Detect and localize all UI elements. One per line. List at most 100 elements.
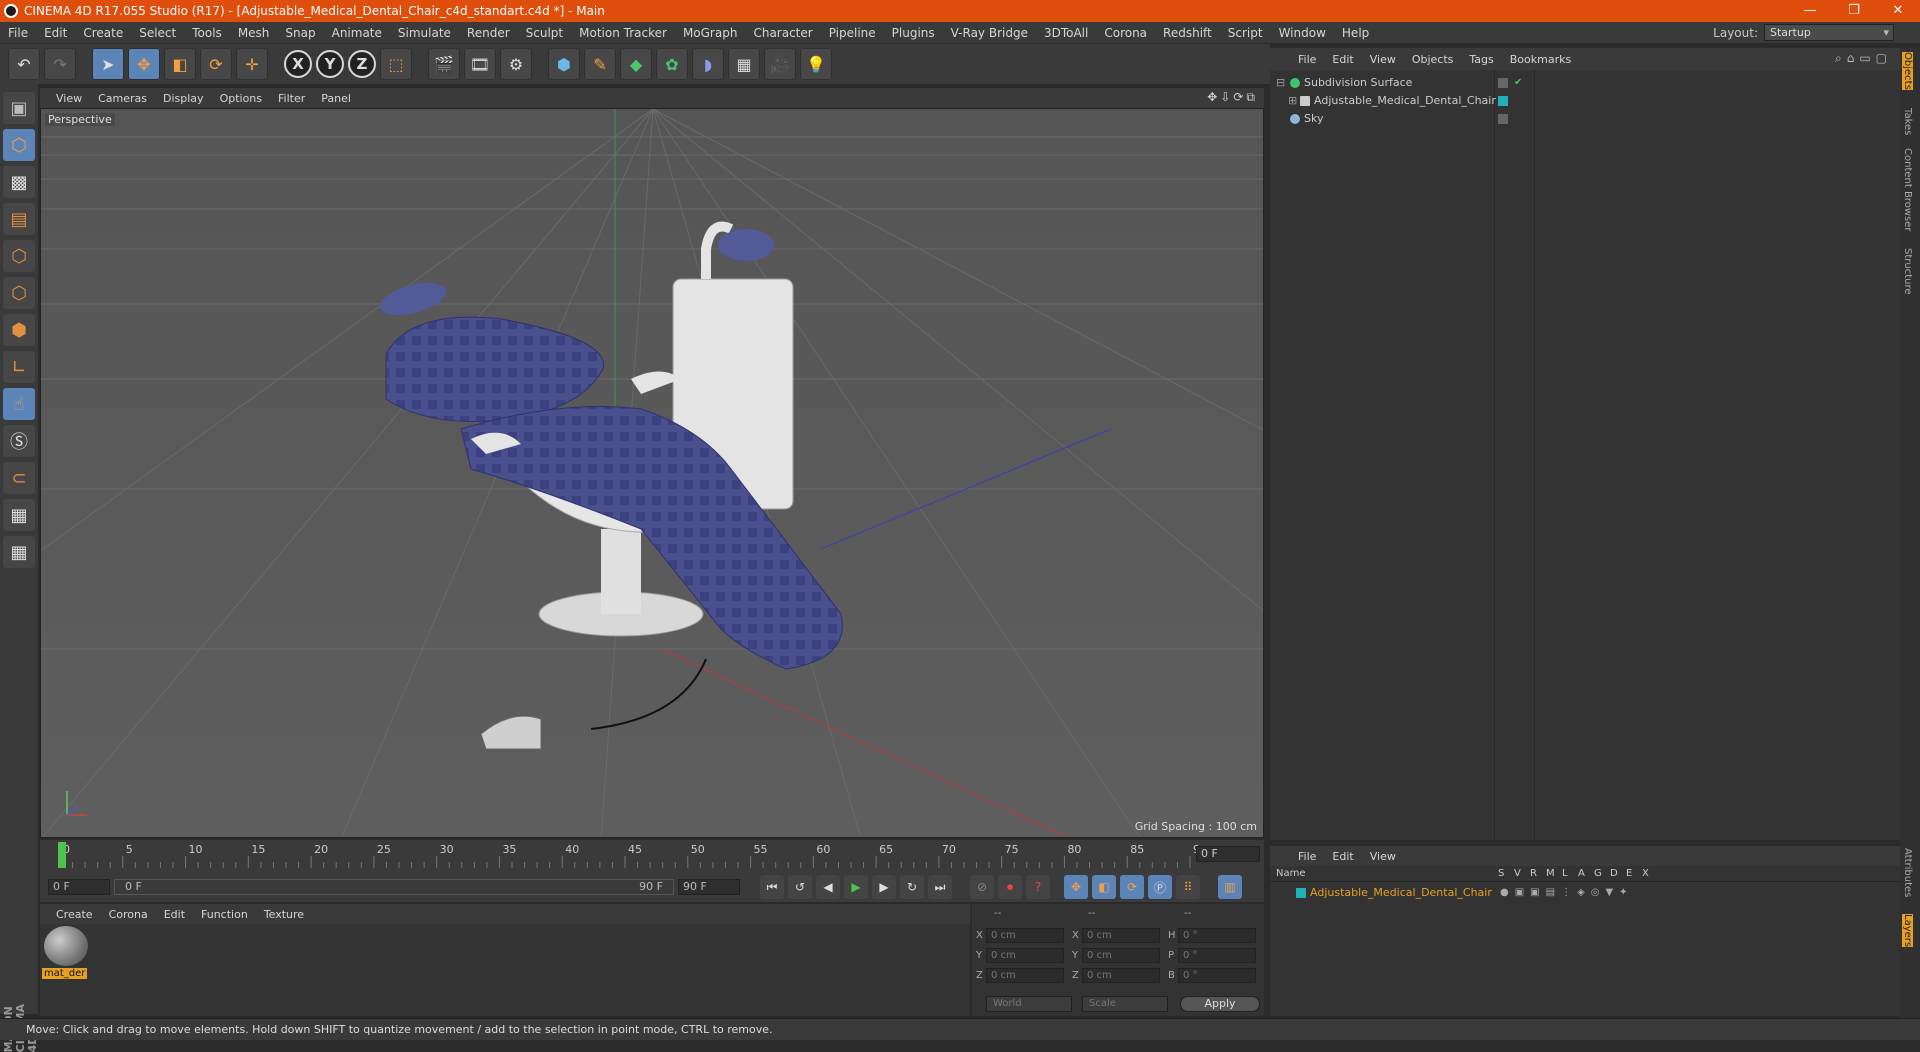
key-scale-icon[interactable]: ◧	[1092, 875, 1116, 899]
points-mode-icon[interactable]: ⬡	[3, 240, 35, 272]
playhead-marker[interactable]	[58, 842, 66, 868]
tab-content-browser[interactable]: Content Browser	[1902, 148, 1913, 231]
layer-row[interactable]: Adjustable_Medical_Dental_Chair ●▣▣▤⋮◈◎▼…	[1270, 884, 1900, 902]
layer-tag-icon[interactable]	[1498, 114, 1508, 124]
array-object-icon[interactable]: ✿	[656, 48, 688, 80]
polygons-mode-icon[interactable]: ⬢	[3, 314, 35, 346]
rot-h-field[interactable]: 0 °	[1178, 928, 1256, 943]
menu-render[interactable]: Render	[459, 26, 518, 40]
material-menu-function[interactable]: Function	[193, 908, 256, 921]
menu-character[interactable]: Character	[745, 26, 820, 40]
layer-color-tag-icon[interactable]	[1498, 96, 1508, 106]
coordinate-space-dropdown[interactable]: World	[986, 996, 1072, 1012]
tab-attributes[interactable]: Attributes	[1902, 848, 1913, 897]
record-keys-icon[interactable]: ⊘	[970, 875, 994, 899]
objects-menu-view[interactable]: View	[1362, 53, 1404, 66]
menu-redshift[interactable]: Redshift	[1155, 26, 1220, 40]
viewport-menu-options[interactable]: Options	[212, 92, 270, 105]
current-frame-field[interactable]: 0 F	[1196, 846, 1260, 862]
object-row-chair[interactable]: ⊞ Adjustable_Medical_Dental_Chair	[1270, 92, 1900, 110]
viewport-menu-cameras[interactable]: Cameras	[90, 92, 155, 105]
autokey-icon[interactable]: ⏺	[998, 875, 1022, 899]
layer-name[interactable]: Adjustable_Medical_Dental_Chair	[1310, 884, 1492, 902]
viewport-menu-view[interactable]: View	[48, 92, 90, 105]
snap-icon[interactable]: Ⓢ	[3, 425, 35, 457]
scale-tool-icon[interactable]: ◧	[164, 48, 196, 80]
material-menu-create[interactable]: Create	[48, 908, 101, 921]
object-manager-tool-icons[interactable]: ⌕⌂▭▢	[1835, 51, 1892, 66]
locked-workplane-icon[interactable]: ▦	[3, 536, 35, 568]
objects-menu-file[interactable]: File	[1290, 53, 1324, 66]
render-picture-viewer-icon[interactable]: 🎞	[464, 48, 496, 80]
play-icon[interactable]: ▶	[844, 875, 868, 899]
coordinate-system-icon[interactable]: ⬚	[380, 48, 412, 80]
layers-menu-file[interactable]: File	[1290, 850, 1324, 863]
next-key-icon[interactable]: ↻	[900, 875, 924, 899]
material-menu-texture[interactable]: Texture	[256, 908, 312, 921]
menu-mograph[interactable]: MoGraph	[675, 26, 746, 40]
objects-menu-objects[interactable]: Objects	[1404, 53, 1462, 66]
camera-object-icon[interactable]: 🎥	[764, 48, 796, 80]
timeline-ruler[interactable]: 051015202530354045505560657075808590 0 F	[40, 840, 1264, 872]
axis-mode-icon[interactable]: ∟	[3, 351, 35, 383]
tree-collapse-icon[interactable]: ⊟	[1276, 74, 1285, 92]
menu-pipeline[interactable]: Pipeline	[821, 26, 884, 40]
menu-script[interactable]: Script	[1220, 26, 1271, 40]
workplane-lock-icon[interactable]: ▦	[3, 499, 35, 531]
camera-label[interactable]: Perspective	[45, 113, 115, 126]
x-axis-lock-button[interactable]: X	[284, 50, 312, 78]
menu-sculpt[interactable]: Sculpt	[518, 26, 571, 40]
pos-x-field[interactable]: 0 cm	[986, 928, 1064, 943]
pos-y-field[interactable]: 0 cm	[986, 948, 1064, 963]
move-tool-icon[interactable]: ✥	[128, 48, 160, 80]
layer-color-swatch[interactable]	[1296, 888, 1306, 898]
pos-z-field[interactable]: 0 cm	[986, 968, 1064, 983]
objects-menu-edit[interactable]: Edit	[1324, 53, 1361, 66]
enabled-check-icon[interactable]: ✔	[1514, 74, 1522, 92]
viewport-navigation-icons[interactable]: ✥⇩⟳⧉	[1207, 90, 1258, 105]
menu-animate[interactable]: Animate	[324, 26, 390, 40]
menu-select[interactable]: Select	[131, 26, 184, 40]
tab-takes[interactable]: Takes	[1902, 108, 1913, 135]
menu-help[interactable]: Help	[1334, 26, 1377, 40]
objects-menu-bookmarks[interactable]: Bookmarks	[1502, 53, 1579, 66]
next-frame-icon[interactable]: ▶	[872, 875, 896, 899]
menu-mesh[interactable]: Mesh	[230, 26, 278, 40]
material-menu-edit[interactable]: Edit	[156, 908, 193, 921]
material-thumbnail[interactable]	[44, 926, 88, 966]
edit-render-settings-icon[interactable]: ⚙	[500, 48, 532, 80]
tab-layers[interactable]: Layers	[1902, 914, 1913, 948]
3d-viewport[interactable]: Perspective Grid Spacing : 100 cm	[40, 108, 1264, 838]
menu-tools[interactable]: Tools	[184, 26, 230, 40]
layers-menu-edit[interactable]: Edit	[1324, 850, 1361, 863]
size-mode-dropdown[interactable]: Scale	[1082, 996, 1168, 1012]
light-object-icon[interactable]: 💡	[800, 48, 832, 80]
key-rotation-icon[interactable]: ⟳	[1120, 875, 1144, 899]
layer-toggle-icons[interactable]: ●▣▣▤⋮◈◎▼✦	[1500, 884, 1634, 902]
menu-create[interactable]: Create	[75, 26, 131, 40]
rot-b-field[interactable]: 0 °	[1178, 968, 1256, 983]
material-name[interactable]: mat_der	[42, 968, 88, 979]
menu-plugins[interactable]: Plugins	[884, 26, 943, 40]
layout-dropdown[interactable]: Startup	[1764, 24, 1894, 41]
material-menu-corona[interactable]: Corona	[101, 908, 156, 921]
size-y-field[interactable]: 0 cm	[1082, 948, 1160, 963]
tab-structure[interactable]: Structure	[1902, 248, 1913, 295]
menu-simulate[interactable]: Simulate	[390, 26, 459, 40]
go-to-end-icon[interactable]: ⏭	[928, 875, 952, 899]
z-axis-lock-button[interactable]: Z	[348, 50, 376, 78]
restore-button[interactable]: ❐	[1832, 0, 1876, 22]
apply-button[interactable]: Apply	[1180, 996, 1260, 1012]
key-position-icon[interactable]: ✥	[1064, 875, 1088, 899]
y-axis-lock-button[interactable]: Y	[316, 50, 344, 78]
magnet-icon[interactable]: ⊂	[3, 462, 35, 494]
tab-objects[interactable]: Objects	[1902, 52, 1913, 90]
pen-spline-icon[interactable]: ✎	[584, 48, 616, 80]
menu-snap[interactable]: Snap	[277, 26, 323, 40]
keyframe-selection-icon[interactable]: ?	[1026, 875, 1050, 899]
object-row-subdivision-surface[interactable]: ⊟ Subdivision Surface ✔	[1270, 74, 1900, 92]
size-z-field[interactable]: 0 cm	[1082, 968, 1160, 983]
menu-3dtoall[interactable]: 3DToAll	[1036, 26, 1096, 40]
select-cursor-icon[interactable]: ➤	[92, 48, 124, 80]
render-view-icon[interactable]: 🎬	[428, 48, 460, 80]
